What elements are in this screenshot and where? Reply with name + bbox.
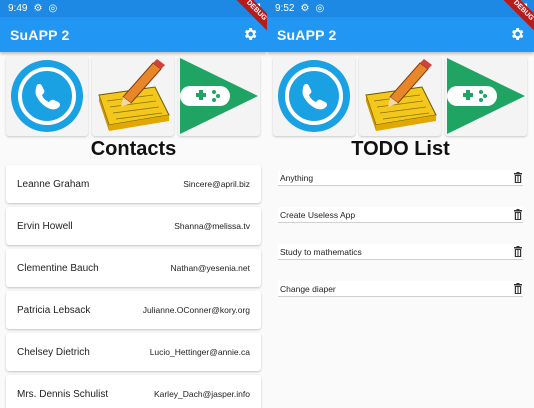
todo-item[interactable]: Anything (278, 170, 523, 186)
status-time: 9:52 (275, 3, 295, 14)
settings-gear-icon[interactable] (242, 26, 258, 42)
todo-item[interactable]: Create Useless App (278, 207, 523, 223)
feature-icon-row (6, 56, 265, 136)
contact-card[interactable]: Ervin Howell Shanna@melissa.tv (6, 207, 261, 245)
settings-status-icon: ⚙ (300, 2, 310, 14)
settings-gear-icon[interactable] (509, 26, 525, 42)
todo-list: Anything Create Useless App Study to mat… (278, 170, 523, 318)
contact-name: Chelsey Dietrich (17, 346, 90, 358)
todo-text: Create Useless App (280, 209, 356, 220)
sync-status-icon: ◎ (48, 2, 58, 14)
contact-card[interactable]: Leanne Graham Sincere@april.biz (6, 165, 261, 203)
delete-trash-icon[interactable] (513, 283, 523, 294)
feature-icon-row (273, 56, 532, 136)
delete-trash-icon[interactable] (513, 172, 523, 183)
todo-tile-button[interactable] (359, 56, 441, 136)
notepad-icon (98, 59, 170, 131)
status-bar: 9:49 ⚙ ◎ ▮ (0, 0, 267, 17)
game-controller-icon (447, 58, 525, 134)
todo-tile-button[interactable] (92, 56, 174, 136)
notepad-icon (365, 59, 437, 131)
sync-status-icon: ◎ (315, 2, 325, 14)
contacts-list: Leanne Graham Sincere@april.biz Ervin How… (6, 165, 261, 408)
game-controller-icon (180, 58, 258, 134)
contacts-tile-button[interactable] (273, 56, 355, 136)
contact-name: Mrs. Dennis Schulist (17, 388, 109, 400)
todo-text: Study to mathematics (280, 246, 362, 257)
contacts-screen: 9:49 ⚙ ◎ ▮ DEBUG SuAPP 2 (0, 0, 267, 408)
contact-email: Sincere@april.biz (183, 179, 250, 189)
delete-trash-icon[interactable] (513, 246, 523, 257)
app-title: SuAPP 2 (277, 26, 337, 43)
contact-email: Nathan@yesenia.net (170, 263, 250, 273)
contact-name: Leanne Graham (17, 178, 90, 190)
contact-card[interactable]: Clementine Bauch Nathan@yesenia.net (6, 249, 261, 287)
phone-icon (278, 60, 350, 132)
contact-name: Patricia Lebsack (17, 304, 91, 316)
app-bar: SuAPP 2 (0, 17, 267, 52)
contacts-heading: Contacts (90, 138, 177, 160)
contact-name: Clementine Bauch (17, 262, 99, 274)
todo-heading: TODO List (351, 138, 450, 160)
app-bar: SuAPP 2 (267, 17, 534, 52)
todo-text: Anything (280, 172, 314, 183)
status-time: 9:49 (8, 3, 28, 14)
todo-text: Change diaper (280, 283, 336, 294)
contact-card[interactable]: Patricia Lebsack Julianne.OConner@kory.or… (6, 291, 261, 329)
phone-icon (11, 60, 83, 132)
contact-card[interactable]: Mrs. Dennis Schulist Karley_Dach@jasper.i… (6, 375, 261, 408)
delete-trash-icon[interactable] (513, 209, 523, 220)
contact-email: Shanna@melissa.tv (174, 221, 250, 231)
app-title: SuAPP 2 (10, 26, 70, 43)
contact-email: Karley_Dach@jasper.info (153, 389, 250, 399)
status-bar: 9:52 ⚙ ◎ ▮ (267, 0, 534, 17)
settings-status-icon: ⚙ (33, 2, 43, 14)
contacts-tile-button[interactable] (6, 56, 88, 136)
todo-screen: 9:52 ⚙ ◎ ▮ DEBUG SuAPP 2 (267, 0, 534, 408)
contact-email: Julianne.OConner@kory.org (142, 305, 250, 315)
todo-item[interactable]: Change diaper (278, 281, 523, 297)
contact-card[interactable]: Chelsey Dietrich Lucio_Hettinger@annie.ca (6, 333, 261, 371)
contact-name: Ervin Howell (17, 220, 73, 232)
game-tile-button[interactable] (178, 56, 260, 136)
game-tile-button[interactable] (445, 56, 527, 136)
contact-email: Lucio_Hettinger@annie.ca (149, 347, 250, 357)
todo-item[interactable]: Study to mathematics (278, 244, 523, 260)
